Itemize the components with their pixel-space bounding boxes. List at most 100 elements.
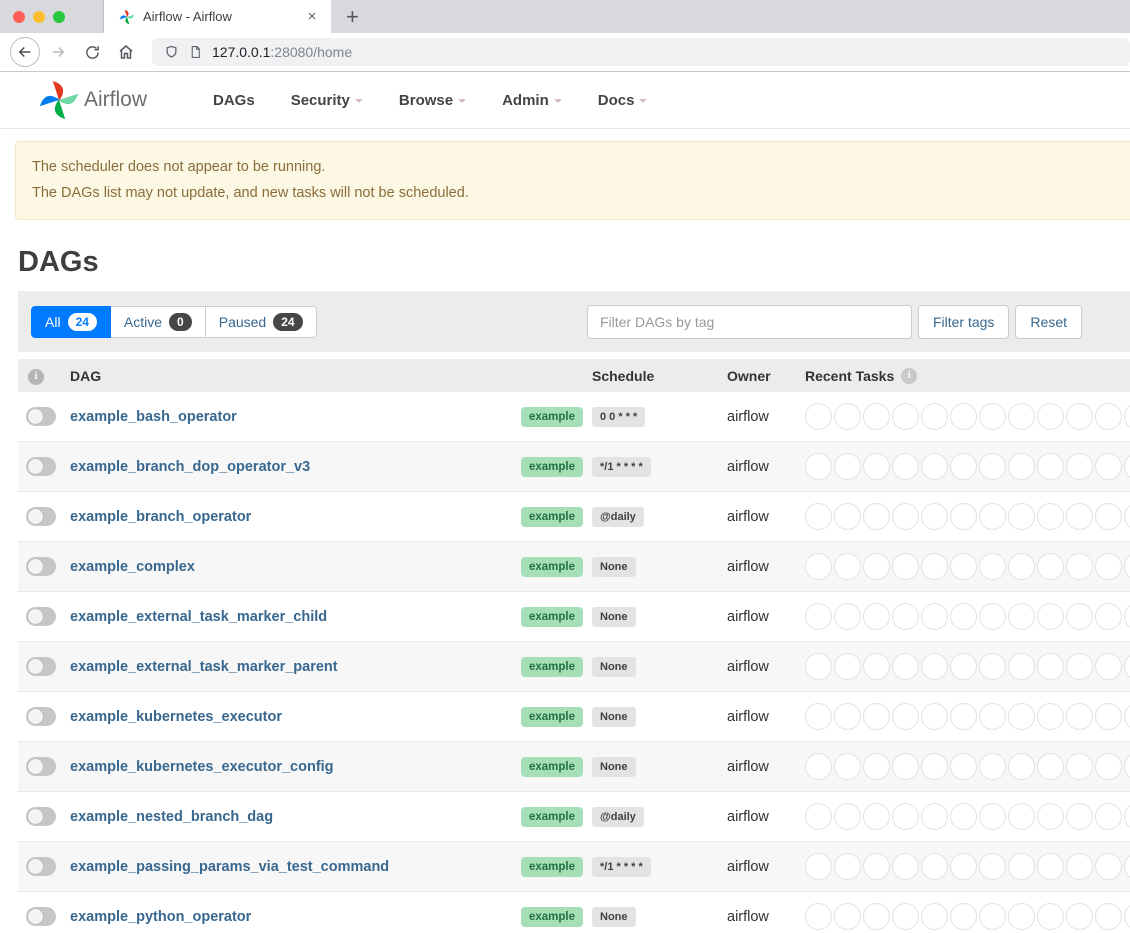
recent-task-status-circle[interactable]	[1095, 553, 1122, 580]
recent-task-status-circle[interactable]	[1124, 603, 1130, 630]
recent-task-status-circle[interactable]	[921, 453, 948, 480]
nav-item-docs[interactable]: Docs	[580, 92, 666, 109]
recent-task-status-circle[interactable]	[863, 403, 890, 430]
recent-task-status-circle[interactable]	[950, 503, 977, 530]
recent-task-status-circle[interactable]	[1066, 503, 1093, 530]
dag-tag-badge[interactable]: example	[521, 807, 583, 827]
browser-tab[interactable]: Airflow - Airflow ×	[103, 0, 331, 33]
recent-task-status-circle[interactable]	[1066, 553, 1093, 580]
pause-toggle[interactable]	[26, 407, 56, 426]
recent-task-status-circle[interactable]	[892, 753, 919, 780]
recent-task-status-circle[interactable]	[834, 603, 861, 630]
recent-task-status-circle[interactable]	[863, 603, 890, 630]
recent-task-status-circle[interactable]	[1008, 753, 1035, 780]
recent-task-status-circle[interactable]	[805, 703, 832, 730]
filter-tab-all[interactable]: All24	[31, 306, 111, 338]
recent-task-status-circle[interactable]	[1066, 753, 1093, 780]
schedule-badge[interactable]: None	[592, 657, 636, 677]
recent-task-status-circle[interactable]	[1008, 553, 1035, 580]
recent-task-status-circle[interactable]	[1037, 603, 1064, 630]
recent-task-status-circle[interactable]	[805, 903, 832, 930]
recent-task-status-circle[interactable]	[863, 503, 890, 530]
tag-filter-input[interactable]	[587, 305, 912, 339]
recent-task-status-circle[interactable]	[1008, 653, 1035, 680]
schedule-badge[interactable]: None	[592, 557, 636, 577]
recent-task-status-circle[interactable]	[1066, 403, 1093, 430]
close-window-button[interactable]	[13, 11, 25, 23]
dag-tag-badge[interactable]: example	[521, 607, 583, 627]
recent-task-status-circle[interactable]	[892, 853, 919, 880]
recent-task-status-circle[interactable]	[921, 503, 948, 530]
recent-task-status-circle[interactable]	[863, 703, 890, 730]
recent-task-status-circle[interactable]	[863, 553, 890, 580]
url-bar[interactable]: 127.0.0.1:28080/home	[152, 38, 1130, 66]
recent-task-status-circle[interactable]	[1124, 903, 1130, 930]
recent-task-status-circle[interactable]	[1095, 803, 1122, 830]
recent-task-status-circle[interactable]	[1066, 603, 1093, 630]
recent-task-status-circle[interactable]	[1037, 703, 1064, 730]
new-tab-button[interactable]: +	[338, 0, 367, 33]
recent-task-status-circle[interactable]	[1037, 753, 1064, 780]
recent-task-status-circle[interactable]	[805, 553, 832, 580]
nav-item-security[interactable]: Security	[273, 92, 381, 109]
recent-task-status-circle[interactable]	[950, 853, 977, 880]
forward-icon[interactable]	[42, 36, 74, 68]
recent-task-status-circle[interactable]	[1008, 703, 1035, 730]
recent-task-status-circle[interactable]	[1066, 903, 1093, 930]
recent-task-status-circle[interactable]	[892, 553, 919, 580]
airflow-brand[interactable]: Airflow	[38, 79, 147, 121]
recent-task-status-circle[interactable]	[921, 403, 948, 430]
zoom-window-button[interactable]	[53, 11, 65, 23]
recent-task-status-circle[interactable]	[863, 803, 890, 830]
recent-task-status-circle[interactable]	[1037, 453, 1064, 480]
dag-tag-badge[interactable]: example	[521, 557, 583, 577]
close-tab-icon[interactable]: ×	[303, 8, 321, 25]
recent-task-status-circle[interactable]	[1124, 803, 1130, 830]
recent-task-status-circle[interactable]	[863, 453, 890, 480]
recent-task-status-circle[interactable]	[921, 603, 948, 630]
filter-tags-button[interactable]: Filter tags	[918, 305, 1009, 339]
recent-task-status-circle[interactable]	[979, 703, 1006, 730]
dag-name-link[interactable]: example_kubernetes_executor	[70, 709, 282, 725]
recent-task-status-circle[interactable]	[1095, 403, 1122, 430]
recent-task-status-circle[interactable]	[834, 753, 861, 780]
pause-toggle[interactable]	[26, 857, 56, 876]
recent-task-status-circle[interactable]	[892, 503, 919, 530]
recent-task-status-circle[interactable]	[805, 753, 832, 780]
header-owner[interactable]: Owner	[727, 368, 805, 384]
recent-task-status-circle[interactable]	[1008, 503, 1035, 530]
recent-task-status-circle[interactable]	[950, 653, 977, 680]
recent-task-status-circle[interactable]	[1066, 803, 1093, 830]
recent-task-status-circle[interactable]	[1037, 903, 1064, 930]
dag-name-link[interactable]: example_external_task_marker_parent	[70, 659, 338, 675]
recent-task-status-circle[interactable]	[979, 653, 1006, 680]
dag-tag-badge[interactable]: example	[521, 507, 583, 527]
recent-task-status-circle[interactable]	[921, 553, 948, 580]
recent-task-status-circle[interactable]	[979, 403, 1006, 430]
recent-task-status-circle[interactable]	[979, 503, 1006, 530]
header-schedule[interactable]: Schedule	[592, 368, 727, 384]
dag-tag-badge[interactable]: example	[521, 857, 583, 877]
recent-task-status-circle[interactable]	[1066, 853, 1093, 880]
recent-task-status-circle[interactable]	[1008, 453, 1035, 480]
recent-task-status-circle[interactable]	[834, 403, 861, 430]
home-icon[interactable]	[110, 36, 142, 68]
recent-task-status-circle[interactable]	[1124, 703, 1130, 730]
recent-task-status-circle[interactable]	[979, 803, 1006, 830]
schedule-badge[interactable]: */1 * * * *	[592, 857, 651, 877]
shield-icon[interactable]	[164, 44, 179, 60]
recent-task-status-circle[interactable]	[1095, 903, 1122, 930]
recent-task-status-circle[interactable]	[1037, 403, 1064, 430]
recent-task-status-circle[interactable]	[979, 903, 1006, 930]
dag-tag-badge[interactable]: example	[521, 907, 583, 927]
filter-tab-active[interactable]: Active0	[111, 306, 206, 338]
schedule-badge[interactable]: @daily	[592, 507, 644, 527]
recent-task-status-circle[interactable]	[950, 453, 977, 480]
recent-task-status-circle[interactable]	[834, 453, 861, 480]
recent-task-status-circle[interactable]	[950, 553, 977, 580]
pause-toggle[interactable]	[26, 557, 56, 576]
recent-task-status-circle[interactable]	[834, 553, 861, 580]
schedule-badge[interactable]: */1 * * * *	[592, 457, 651, 477]
schedule-badge[interactable]: 0 0 * * *	[592, 407, 645, 427]
recent-task-status-circle[interactable]	[892, 453, 919, 480]
